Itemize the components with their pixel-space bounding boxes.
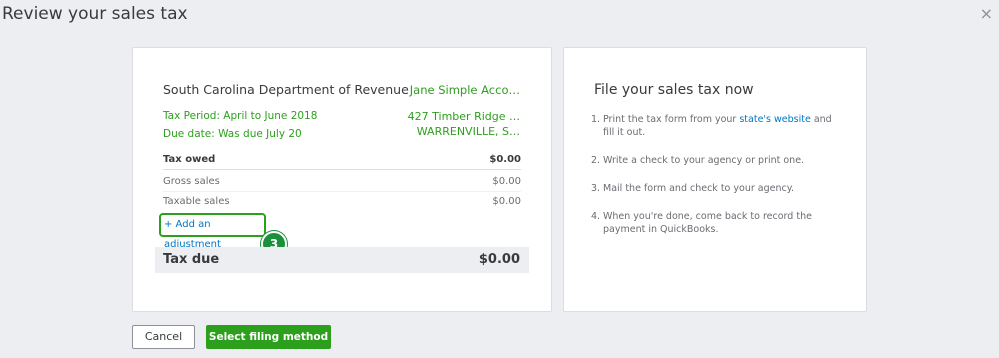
file-instructions-title: File your sales tax now	[594, 82, 754, 98]
step-number: 3.	[591, 183, 601, 194]
cancel-button[interactable]: Cancel	[132, 325, 195, 349]
taxable-sales-value: $0.00	[492, 196, 521, 207]
step-number: 4.	[591, 211, 601, 222]
tax-owed-row: Tax owed $0.00	[163, 151, 521, 170]
sales-tax-summary-card: South Carolina Department of Revenue Jan…	[132, 47, 552, 312]
instruction-step: 3. Mail the form and check to your agenc…	[591, 182, 839, 195]
step-number: 2.	[591, 155, 601, 166]
gross-sales-value: $0.00	[492, 176, 521, 187]
tax-owed-label: Tax owed	[163, 154, 216, 165]
modal-title: Review your sales tax	[2, 4, 188, 24]
due-date: Due date: Was due July 20	[163, 128, 302, 140]
state-website-link[interactable]: state's website	[739, 114, 810, 125]
file-instructions-card: File your sales tax now 1. Print the tax…	[563, 47, 867, 312]
tax-period: Tax Period: April to June 2018	[163, 110, 318, 122]
instruction-step: 2. Write a check to your agency or print…	[591, 154, 839, 167]
address-line-2: WARRENVILLE, S…	[416, 125, 520, 138]
company-name: Jane Simple Acco…	[409, 83, 520, 97]
tax-due-label: Tax due	[163, 252, 220, 267]
step-text: Write a check to your agency or print on…	[603, 155, 805, 166]
tax-due-row: Tax due $0.00	[155, 247, 529, 273]
step-text: When you're done, come back to record th…	[603, 211, 812, 235]
step-text: Print the tax form from your	[603, 114, 740, 125]
agency-name: South Carolina Department of Revenue	[163, 82, 409, 97]
modal-header: Review your sales tax ×	[0, 0, 999, 34]
select-filing-method-button[interactable]: Select filing method	[206, 325, 331, 349]
close-icon[interactable]: ×	[980, 4, 993, 23]
instruction-step: 1. Print the tax form from your state's …	[591, 113, 839, 139]
taxable-sales-row: Taxable sales $0.00	[163, 193, 521, 211]
gross-sales-row: Gross sales $0.00	[163, 173, 521, 192]
step-text: Mail the form and check to your agency.	[603, 183, 794, 194]
address-line-1: 427 Timber Ridge …	[407, 110, 520, 123]
step-number: 1.	[591, 114, 601, 125]
add-adjustment-link[interactable]: + Add an adjustment	[159, 213, 266, 250]
tax-owed-value: $0.00	[489, 154, 521, 165]
taxable-sales-label: Taxable sales	[163, 196, 230, 207]
gross-sales-label: Gross sales	[163, 176, 220, 187]
instruction-steps: 1. Print the tax form from your state's …	[591, 113, 839, 251]
tax-due-value: $0.00	[478, 252, 520, 267]
instruction-step: 4. When you're done, come back to record…	[591, 210, 839, 236]
